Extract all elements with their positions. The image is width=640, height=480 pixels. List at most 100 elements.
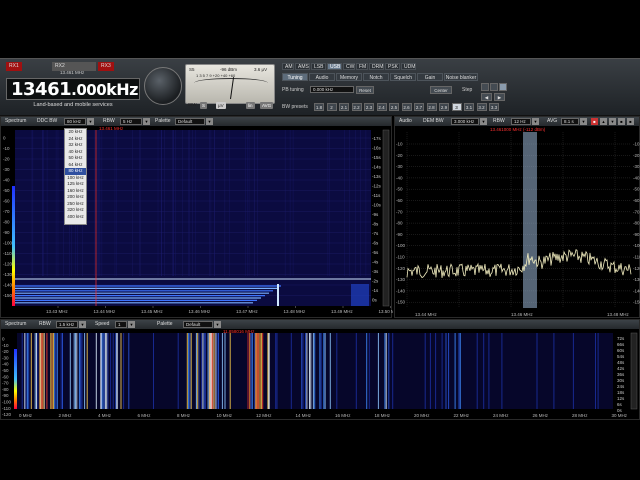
ddc-bw-menu: 20 kHz 24 kHz 32 kHz 40 kHz 50 kHz 64 kHz 80 k…	[64, 128, 87, 225]
ddc-bw-select[interactable]: 80 kHz	[64, 118, 86, 125]
rx1-tab[interactable]: RX1	[6, 62, 22, 71]
wideband-rbw-select[interactable]: 1.5 kHz	[56, 321, 78, 328]
mode-lsb-button[interactable]: LSB	[311, 63, 326, 70]
audio-option-icon-b[interactable]: ▼	[609, 118, 616, 125]
audio-option-icon-d[interactable]: ■	[627, 118, 634, 125]
bw-preset-3-1[interactable]: 3.1	[464, 103, 474, 111]
step-left-arrow[interactable]: ◀	[481, 93, 492, 101]
bw-preset-3-3[interactable]: 3.3	[489, 103, 499, 111]
audio-rbw-select[interactable]: 12 Hz	[511, 118, 531, 125]
palette-label: Palette	[155, 118, 171, 124]
speed-dropdown-arrow[interactable]: ▼	[128, 321, 135, 328]
bw-preset-2[interactable]: 2	[326, 103, 337, 111]
spectrum-waterfall-display[interactable]: 0 -10 -20 -30 -40 -50 -60 -70 -80 -90 -100 -110 -120…	[1, 126, 393, 319]
step-label: Step	[462, 87, 473, 93]
wideband-level-bar	[14, 349, 17, 409]
tab-audio[interactable]: Audio	[309, 73, 335, 81]
spectrum-x-label: 13.49 MHz	[331, 309, 354, 314]
bw-preset-2-3[interactable]: 2.3	[364, 103, 374, 111]
wideband-x-label: 30 MHz	[612, 413, 628, 418]
audio-option-icon-c[interactable]: ■	[618, 118, 625, 125]
avg-dropdown-arrow[interactable]: ▼	[580, 118, 587, 125]
rbw-select[interactable]: 5 Hz	[120, 118, 142, 125]
avg-label: AVG	[547, 118, 558, 124]
palette-dropdown-arrow[interactable]: ▼	[206, 118, 213, 125]
audio-y-label-left: -110	[396, 255, 405, 260]
tab-squelch[interactable]: Squelch	[390, 73, 416, 81]
ddc-bw-option[interactable]: 400 kHz	[65, 214, 86, 221]
bw-preset-1-8[interactable]: 1.8	[314, 103, 324, 111]
palette-select[interactable]: Default	[175, 118, 205, 125]
tab-noise-blanker[interactable]: Noise blanker	[444, 73, 478, 81]
wideband-waterfall-display[interactable]: 0-10-20-30 -40-50-60 -70-80-90 -100-110-120…	[1, 329, 640, 421]
mode-drm-button[interactable]: DRM	[369, 63, 384, 70]
bw-preset-3-2[interactable]: 3.2	[476, 103, 487, 111]
audio-close-icon[interactable]: ■	[591, 118, 598, 125]
step-button-b[interactable]	[490, 83, 498, 91]
dem-bw-select[interactable]: 3.000 kHz	[451, 118, 479, 125]
spectrum-time-label: -16s	[372, 146, 382, 151]
dem-bw-label: DEM BW	[423, 118, 444, 124]
spectrum-time-label: -12s	[372, 184, 382, 189]
pb-tuning-input[interactable]: 0.000 kHz	[310, 86, 354, 93]
ddc-bw-dropdown-arrow[interactable]: ▼	[87, 118, 94, 125]
ddc-bw-option[interactable]: 125 kHz	[65, 181, 86, 188]
bw-preset-3[interactable]: 3	[451, 103, 462, 111]
wideband-x-label: 16 MHz	[335, 413, 351, 418]
tab-memory[interactable]: Memory	[336, 73, 362, 81]
avg-select[interactable]: 8.1 s	[561, 118, 579, 125]
bw-preset-2-4[interactable]: 2.4	[376, 103, 387, 111]
bw-preset-2-7[interactable]: 2.7	[414, 103, 424, 111]
audio-y-label-left: -10	[396, 142, 403, 147]
meter-avg-button[interactable]: AVG	[260, 102, 274, 109]
mode-psk-button[interactable]: PSK	[385, 63, 400, 70]
step-right-arrow[interactable]: ▶	[494, 93, 505, 101]
frequency-display[interactable]: 13461.000kHz	[6, 78, 140, 100]
audio-y-label-right: -130	[633, 277, 640, 282]
tab-gain[interactable]: Gain	[417, 73, 443, 81]
reset-button[interactable]: Reset	[356, 86, 374, 94]
bw-preset-2-8[interactable]: 2.8	[426, 103, 437, 111]
mode-udm-button[interactable]: UDM	[401, 63, 416, 70]
center-button[interactable]: Center	[430, 86, 452, 94]
tuning-knob[interactable]	[144, 67, 182, 105]
rbw-dropdown-arrow[interactable]: ▼	[143, 118, 150, 125]
ddc-bw-option[interactable]: 200 kHz	[65, 194, 86, 201]
audio-rbw-dropdown-arrow[interactable]: ▼	[532, 118, 539, 125]
rx3-tab[interactable]: RX3	[98, 62, 114, 71]
bw-preset-2-2[interactable]: 2.2	[351, 103, 362, 111]
meter-uv-button[interactable]: μV	[216, 102, 226, 109]
mode-am-button[interactable]: AM	[282, 63, 294, 70]
step-button-c[interactable]	[499, 83, 507, 91]
wideband-rbw-dropdown-arrow[interactable]: ▼	[79, 321, 86, 328]
bw-preset-2-9[interactable]: 2.9	[439, 103, 449, 111]
bw-preset-2-6[interactable]: 2.6	[401, 103, 412, 111]
meter-s-button[interactable]: S	[200, 102, 208, 109]
step-button-a[interactable]	[481, 83, 489, 91]
rx2-frequency: 13.461 MHz	[60, 70, 85, 75]
audio-option-icon-a[interactable]: ▲	[600, 118, 607, 125]
meter-lin-button[interactable]: lin	[246, 102, 255, 109]
wideband-palette-dropdown-arrow[interactable]: ▼	[214, 321, 221, 328]
spectrum-y-label: -100	[3, 241, 13, 246]
wideband-time-label: 6s	[617, 402, 623, 407]
spectrum-y-label: -150	[3, 293, 13, 298]
speed-select[interactable]: 1	[115, 321, 127, 328]
audio-y-label-left: -30	[396, 164, 403, 169]
dem-bw-dropdown-arrow[interactable]: ▼	[480, 118, 487, 125]
wideband-palette-select[interactable]: Default	[183, 321, 213, 328]
mode-fm-button[interactable]: FM	[356, 63, 368, 70]
bw-preset-2-1[interactable]: 2.1	[339, 103, 349, 111]
mode-usb-button[interactable]: USB	[327, 63, 342, 70]
tab-tuning[interactable]: Tuning	[282, 73, 308, 81]
ddc-bw-option[interactable]: 320 kHz	[65, 207, 86, 214]
mode-cw-button[interactable]: CW	[343, 63, 355, 70]
spectrum-time-label: -7s	[372, 231, 379, 236]
bw-preset-2-5[interactable]: 2.5	[389, 103, 399, 111]
audio-spectrum-display[interactable]: -10 -10 -20 -20 -30 -30 -40 -40 -50 -50 -60 -60 -70 -…	[395, 126, 640, 319]
tab-notch[interactable]: Notch	[363, 73, 389, 81]
band-label: Land-based and mobile services	[33, 102, 113, 108]
audio-y-label-right: -100	[633, 243, 640, 248]
mode-ams-button[interactable]: AMS	[295, 63, 310, 70]
audio-y-label-left: -50	[396, 187, 403, 192]
